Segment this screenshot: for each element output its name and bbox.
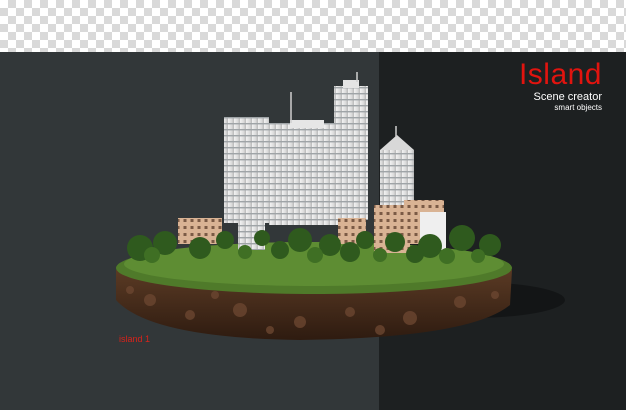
title-subtitle: Scene creator <box>533 91 602 103</box>
title-main: Island <box>518 58 602 91</box>
image-canvas: Island Scene creator smart objects islan… <box>0 0 626 410</box>
title-caption: smart objects <box>554 103 602 112</box>
building-tower-center <box>269 123 343 225</box>
title-block: Island Scene creator smart objects <box>518 58 602 113</box>
island-label: island 1 <box>119 334 151 344</box>
building-tower-left <box>224 117 269 223</box>
building-tower-tall <box>334 86 368 220</box>
